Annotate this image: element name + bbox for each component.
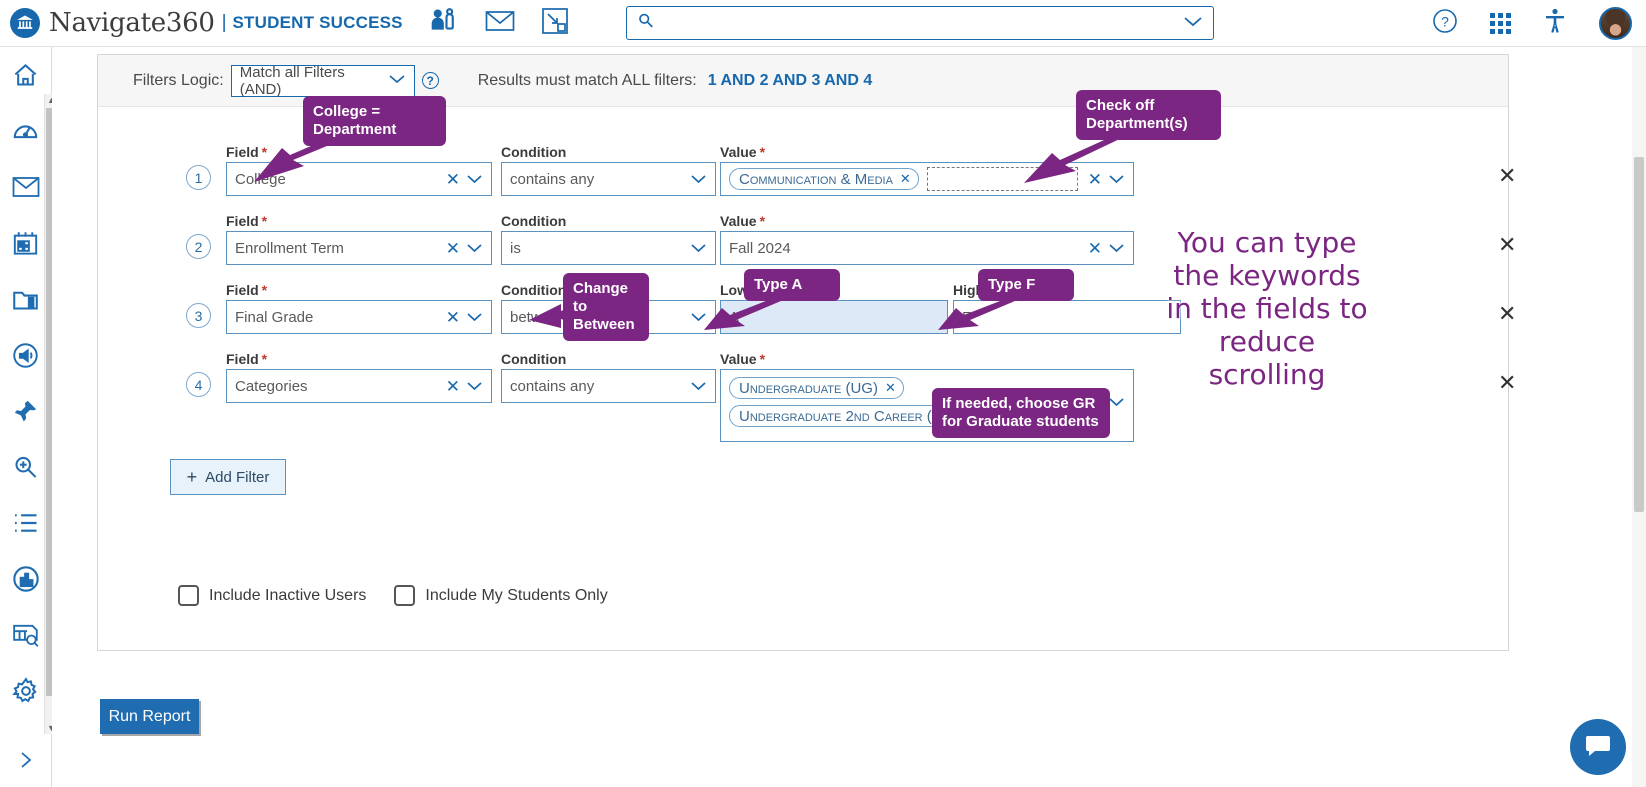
institution-icon xyxy=(10,8,40,38)
chat-bubble-button[interactable] xyxy=(1570,719,1626,775)
results-match-expression: 1 AND 2 AND 3 AND 4 xyxy=(708,72,872,90)
value-pill[interactable]: Undergraduate (UG) ✕ xyxy=(729,377,904,399)
envelope-icon[interactable] xyxy=(485,9,515,38)
condition-value-4: contains any xyxy=(510,378,690,395)
checkbox-label: Include My Students Only xyxy=(425,587,607,605)
run-report-button[interactable]: Run Report xyxy=(100,699,199,734)
brand[interactable]: Navigate360 | STUDENT SUCCESS xyxy=(10,8,403,38)
clear-x-icon[interactable]: ✕ xyxy=(446,378,460,395)
condition-label-2: Condition xyxy=(501,213,566,229)
options-checkbox-row: Include Inactive Users Include My Studen… xyxy=(178,585,608,606)
global-search[interactable] xyxy=(626,6,1214,40)
results-match-label: Results must match ALL filters: xyxy=(478,72,697,90)
apps-grid-icon[interactable] xyxy=(1490,13,1511,34)
include-inactive-users-checkbox[interactable]: Include Inactive Users xyxy=(178,585,366,606)
sidebar-expand-button[interactable] xyxy=(0,743,52,777)
filters-logic-label: Filters Logic: xyxy=(133,72,224,90)
appointment-icon[interactable] xyxy=(541,7,569,40)
value-pill-label: Undergraduate (UG) xyxy=(739,380,878,397)
field-label-4: Field* xyxy=(226,351,267,367)
callout-type-a: Type A xyxy=(744,269,840,301)
search-input[interactable] xyxy=(654,7,1183,39)
avatar[interactable] xyxy=(1599,7,1632,40)
accessibility-icon[interactable] xyxy=(1543,8,1567,39)
checkbox-box[interactable] xyxy=(394,585,415,606)
field-label-3: Field* xyxy=(226,282,267,298)
callout-check-departments: Check off Department(s) xyxy=(1076,90,1221,140)
add-filter-button[interactable]: + Add Filter xyxy=(170,459,286,495)
annotation-note-keywords: You can type the keywords in the fields … xyxy=(1152,226,1382,391)
arrow-to-department-input xyxy=(1010,133,1130,188)
chevron-down-icon[interactable] xyxy=(1183,15,1203,31)
filters-logic-select[interactable]: Match all Filters (AND) xyxy=(231,65,415,97)
callout-type-f: Type F xyxy=(978,269,1074,301)
callout-graduate-category: If needed, choose GR for Graduate studen… xyxy=(932,388,1110,438)
arrow-to-high-input xyxy=(934,296,1024,336)
arrow-to-low-input xyxy=(700,296,790,336)
chevron-down-icon[interactable] xyxy=(466,379,483,394)
callout-change-to-between: Change to Between xyxy=(563,273,649,341)
pill-remove-icon[interactable]: ✕ xyxy=(885,380,896,396)
value-label-1: Value* xyxy=(720,144,765,160)
chevron-down-icon[interactable] xyxy=(690,379,707,394)
brand-separator: | xyxy=(222,12,227,34)
chat-bubble-icon xyxy=(1584,731,1612,764)
callout-college-department: College = Department xyxy=(303,96,446,146)
value-pill-label: Undergraduate 2nd Career (U2) xyxy=(739,408,956,425)
condition-select-4[interactable]: contains any xyxy=(501,369,716,403)
search-icon xyxy=(637,12,654,34)
checkbox-box[interactable] xyxy=(178,585,199,606)
main-scrollbar[interactable] xyxy=(1632,47,1646,787)
question-mark-icon[interactable]: ? xyxy=(422,72,439,89)
include-my-students-only-checkbox[interactable]: Include My Students Only xyxy=(394,585,607,606)
main-scroll-thumb[interactable] xyxy=(1634,157,1644,512)
chevron-down-icon xyxy=(388,73,406,88)
field-label-2: Field* xyxy=(226,213,267,229)
svg-text:?: ? xyxy=(1441,14,1449,30)
student-profile-icon[interactable] xyxy=(429,6,459,41)
filter-number-4: 4 xyxy=(186,372,211,397)
help-icon[interactable]: ? xyxy=(1432,8,1458,39)
value-label-4: Value* xyxy=(720,351,765,367)
condition-label-4: Condition xyxy=(501,351,566,367)
add-filter-label: Add Filter xyxy=(205,469,269,486)
chevron-down-icon[interactable] xyxy=(1108,395,1125,410)
checkbox-label: Include Inactive Users xyxy=(209,587,366,605)
delete-filter-4[interactable]: ✕ xyxy=(1498,372,1516,394)
plus-icon: + xyxy=(187,467,198,488)
app-header: Navigate360 | STUDENT SUCCESS xyxy=(0,0,1646,47)
brand-name: Navigate360 xyxy=(49,8,215,38)
header-icon-group xyxy=(429,6,569,41)
brand-subtitle: STUDENT SUCCESS xyxy=(233,13,403,33)
header-right-group: ? xyxy=(1432,0,1632,47)
field-select-4[interactable]: Categories ✕ xyxy=(226,369,492,403)
left-sidebar: ▲ ▼ xyxy=(0,47,52,787)
field-value-4: Categories xyxy=(235,378,446,395)
filters-logic-value: Match all Filters (AND) xyxy=(240,64,388,98)
value-label-2: Value* xyxy=(720,213,765,229)
condition-label-1: Condition xyxy=(501,144,566,160)
